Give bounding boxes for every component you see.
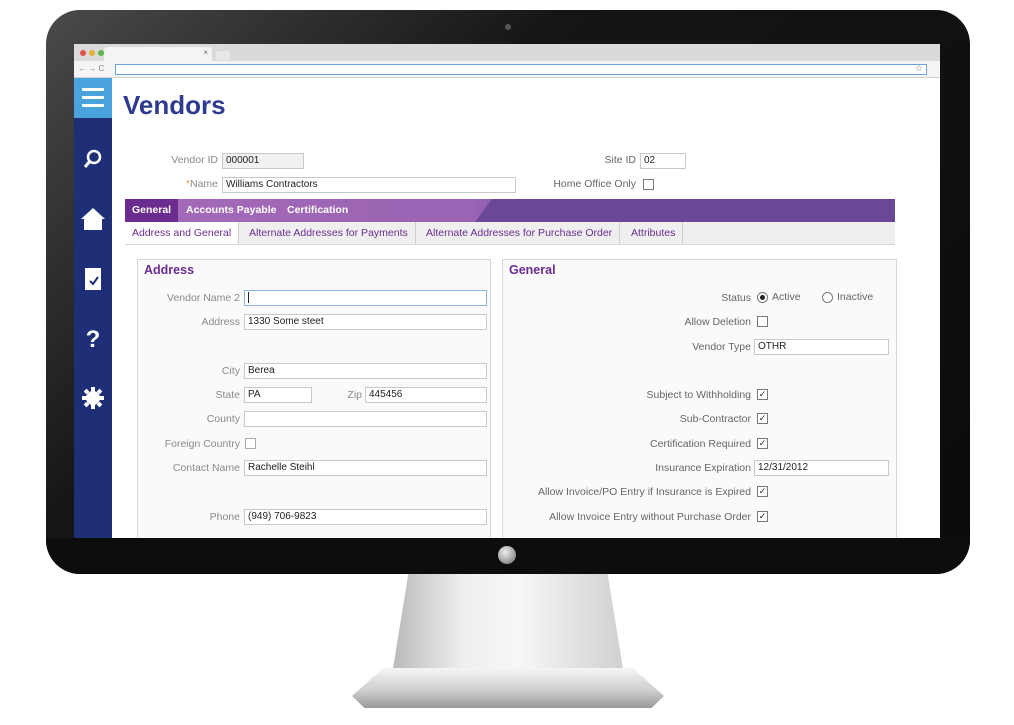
page-title: Vendors [123, 90, 226, 120]
tab-general[interactable]: General [125, 199, 179, 222]
subtab-attributes[interactable]: Attributes [624, 222, 684, 244]
allow-invoice-no-po-checkbox[interactable]: ✓ [757, 511, 768, 522]
subtab-address-general[interactable]: Address and General [125, 222, 240, 244]
city-field[interactable]: Berea [244, 363, 487, 379]
allow-invoice-no-po-label: Allow Invoice Entry without Purchase Ord… [549, 511, 751, 523]
monitor-stand-base [352, 668, 664, 708]
vendor-id-label: Vendor ID [171, 154, 218, 166]
sub-tabbar: Address and General Alternate Addresses … [125, 222, 895, 245]
name-field[interactable]: Williams Contractors [222, 177, 516, 193]
home-icon[interactable] [74, 206, 112, 237]
allow-invoice-po-label: Allow Invoice/PO Entry if Insurance is E… [537, 486, 751, 498]
help-icon[interactable]: ? [74, 326, 112, 354]
address-label: Address [201, 316, 240, 328]
phone-field[interactable]: (949) 706-9823 [244, 509, 487, 525]
main-tabbar: General Accounts Payable Certification [125, 199, 895, 222]
vendor-name-2-label: Vendor Name 2 [167, 292, 240, 304]
withholding-label: Subject to Withholding [646, 389, 751, 401]
city-label: City [221, 365, 240, 377]
tab-close-icon[interactable]: × [203, 48, 208, 57]
tab-certification[interactable]: Certification [280, 199, 355, 222]
status-inactive-radio[interactable] [822, 292, 833, 303]
monitor-stand-neck [392, 560, 624, 675]
status-inactive-label: Inactive [837, 291, 874, 303]
nav-buttons-icon[interactable]: ← → C [78, 64, 104, 73]
county-field[interactable] [244, 411, 487, 427]
home-office-checkbox[interactable] [643, 179, 654, 190]
menu-icon-bar [82, 96, 104, 99]
browser-toolbar: ← → C ☆ [74, 61, 940, 78]
phone-label: Phone [209, 511, 240, 523]
status-active-label: Active [772, 291, 801, 303]
new-tab-button[interactable] [216, 51, 230, 60]
main-content: Vendors Vendor ID 000001 *Name Williams … [112, 78, 940, 538]
general-title: General [509, 263, 556, 277]
address-panel: Address Vendor Name 2 Address 1330 Some … [137, 259, 491, 538]
vendor-id-field[interactable]: 000001 [222, 153, 304, 169]
browser-tabstrip: × [74, 44, 940, 61]
allow-invoice-po-checkbox[interactable]: ✓ [757, 486, 768, 497]
address-bar[interactable]: ☆ [115, 63, 927, 75]
status-label: Status [721, 292, 751, 304]
window-close-dot[interactable] [80, 50, 86, 56]
screen: × ← → C ☆ ? Vendors Vendor ID 000001 *Na… [74, 44, 940, 538]
insurance-expiration-label: Insurance Expiration [655, 462, 751, 474]
search-icon[interactable] [74, 148, 112, 175]
site-id-field[interactable]: 02 [640, 153, 686, 169]
menu-button[interactable] [74, 78, 112, 118]
menu-icon-bar [82, 88, 104, 91]
gear-icon[interactable] [74, 386, 112, 415]
contact-name-label: Contact Name [172, 462, 240, 474]
camera-dot [505, 24, 511, 30]
bookmark-star-icon[interactable]: ☆ [915, 63, 923, 74]
document-check-icon[interactable] [74, 266, 112, 297]
site-id-label: Site ID [604, 154, 636, 166]
name-label: *Name [152, 178, 218, 190]
foreign-country-label: Foreign Country [164, 438, 240, 450]
window-minimize-dot[interactable] [89, 50, 95, 56]
general-panel: General Status Active Inactive Allow Del… [502, 259, 897, 538]
county-label: County [206, 413, 240, 425]
text-cursor [248, 292, 249, 303]
cert-required-checkbox[interactable]: ✓ [757, 438, 768, 449]
state-field[interactable]: PA [244, 387, 312, 403]
zip-label: Zip [347, 389, 362, 401]
allow-deletion-label: Allow Deletion [684, 316, 751, 328]
contact-name-field[interactable]: Rachelle Steihl [244, 460, 487, 476]
vendor-type-field[interactable]: OTHR [754, 339, 889, 355]
zip-field[interactable]: 445456 [365, 387, 487, 403]
vendor-name-2-field[interactable] [244, 290, 487, 306]
subtab-alt-purchase-order[interactable]: Alternate Addresses for Purchase Order [419, 222, 621, 244]
address-field[interactable]: 1330 Some steet [244, 314, 487, 330]
subcontractor-checkbox[interactable]: ✓ [757, 413, 768, 424]
app-sidebar: ? [74, 78, 112, 538]
cert-required-label: Certification Required [650, 438, 751, 450]
browser-tab[interactable]: × [104, 47, 212, 61]
menu-icon-bar [82, 104, 104, 107]
monitor-button[interactable] [498, 546, 516, 564]
status-active-radio[interactable] [757, 292, 768, 303]
tab-accounts-payable[interactable]: Accounts Payable [179, 199, 283, 222]
vendor-type-label: Vendor Type [692, 341, 751, 353]
allow-deletion-checkbox[interactable] [757, 316, 768, 327]
name-label-text: Name [189, 178, 218, 190]
subtab-alt-payments[interactable]: Alternate Addresses for Payments [242, 222, 416, 244]
insurance-expiration-field[interactable]: 12/31/2012 [754, 460, 889, 476]
foreign-country-checkbox[interactable] [245, 438, 256, 449]
withholding-checkbox[interactable]: ✓ [757, 389, 768, 400]
home-office-label: Home Office Only [553, 178, 636, 190]
address-title: Address [144, 263, 195, 277]
subcontractor-label: Sub-Contractor [679, 413, 751, 425]
tabbar-shade [475, 199, 895, 222]
state-label: State [215, 389, 240, 401]
